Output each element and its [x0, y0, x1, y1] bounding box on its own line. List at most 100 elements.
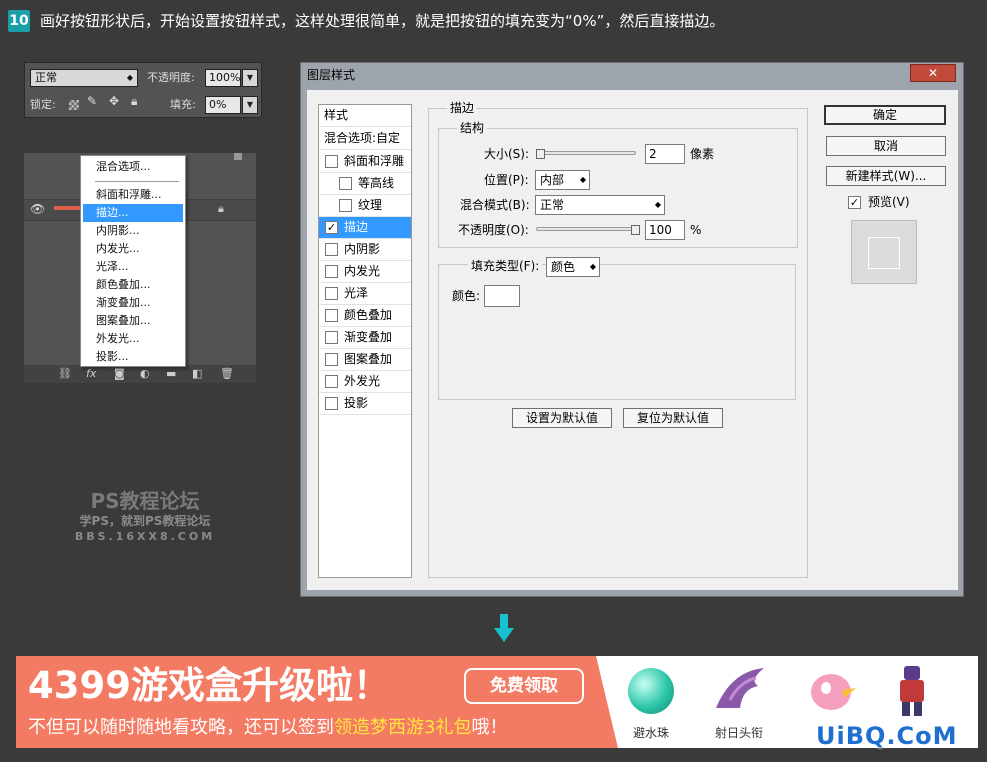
opacity-slider-track[interactable]: [536, 227, 636, 231]
blend-mode-select[interactable]: 正常 ◆: [30, 69, 138, 87]
folder-icon[interactable]: ▬: [166, 365, 176, 383]
style-item-contour[interactable]: 等高线: [319, 173, 411, 195]
water-pearl-icon: [628, 668, 674, 714]
stroke-blend-value: 正常: [540, 198, 565, 212]
step-number-badge: 10: [8, 10, 30, 32]
opacity-slider-thumb[interactable]: [631, 225, 640, 235]
new-style-button[interactable]: 新建样式(W)...: [826, 166, 946, 186]
game-name: 避水珠: [632, 726, 669, 740]
fx-context-menu: 混合选项... 斜面和浮雕... 描边... 内阴影... 内发光... 光泽.…: [80, 155, 186, 367]
opacity-input[interactable]: 100%: [205, 69, 241, 87]
mask-icon[interactable]: ◙: [114, 365, 125, 383]
lock-icon[interactable]: 🔒︎: [131, 94, 137, 109]
style-item-outer-glow[interactable]: 外发光: [319, 371, 411, 393]
style-list: 样式 混合选项:自定 斜面和浮雕 等高线 纹理 ✓ 描边 内阴影 内发光 光泽 颜…: [318, 104, 412, 578]
menu-item-gradient-overlay[interactable]: 渐变叠加...: [83, 294, 183, 312]
site-watermark: UiBQ.CoM: [816, 722, 958, 750]
fill-dropdown-arrow[interactable]: ▼: [242, 96, 258, 114]
style-item-color-overlay[interactable]: 颜色叠加: [319, 305, 411, 327]
style-item-pattern-overlay[interactable]: 图案叠加: [319, 349, 411, 371]
adjustment-icon[interactable]: ◐: [140, 365, 150, 383]
structure-group-title: 结构: [457, 121, 488, 135]
menu-item-pattern-overlay[interactable]: 图案叠加...: [83, 312, 183, 330]
checkbox[interactable]: [325, 243, 338, 256]
size-slider-track[interactable]: [536, 151, 636, 155]
reset-default-button[interactable]: 复位为默认值: [623, 408, 723, 428]
trash-icon[interactable]: 🗑︎: [220, 365, 234, 383]
menu-item-outer-glow[interactable]: 外发光...: [83, 330, 183, 348]
color-swatch[interactable]: [484, 285, 520, 307]
checkbox[interactable]: [339, 177, 352, 190]
stroke-opacity-label: 不透明度(O):: [458, 223, 529, 237]
ad-subtitle-text: 不但可以随时随地看攻略，还可以签到: [28, 717, 334, 738]
style-item-drop-shadow[interactable]: 投影: [319, 393, 411, 415]
style-item-label: 图案叠加: [344, 352, 393, 366]
link-icon[interactable]: ⛓︎: [58, 365, 72, 383]
checkbox[interactable]: [325, 155, 338, 168]
style-item-texture[interactable]: 纹理: [319, 195, 411, 217]
checkbox-checked-icon[interactable]: ✓: [325, 221, 338, 234]
dialog-title: 图层样式: [307, 68, 356, 82]
checkbox[interactable]: [325, 287, 338, 300]
preview-checkbox-checked-icon[interactable]: ✓: [848, 196, 861, 209]
checkbox[interactable]: [325, 397, 338, 410]
new-layer-icon[interactable]: ◧: [192, 365, 202, 383]
style-item-stroke[interactable]: ✓ 描边: [319, 217, 411, 239]
fill-input[interactable]: 0%: [205, 96, 241, 114]
menu-item-stroke[interactable]: 描边...: [83, 204, 183, 222]
checkbox[interactable]: [325, 265, 338, 278]
warrior-icon: [900, 666, 924, 716]
lock-transparent-icon[interactable]: [69, 100, 79, 110]
fill-type-value: 颜色: [551, 260, 576, 274]
opacity-dropdown-arrow[interactable]: ▼: [242, 69, 258, 87]
ad-subtitle-highlight: 领造梦西游3礼包: [334, 717, 472, 738]
style-item-label: 内发光: [344, 264, 381, 278]
style-item-bevel[interactable]: 斜面和浮雕: [319, 151, 411, 173]
eye-icon[interactable]: 👁︎: [30, 202, 45, 216]
style-item-label: 描边: [344, 220, 369, 234]
stroke-opacity-input[interactable]: 100: [645, 220, 685, 240]
menu-item-color-overlay[interactable]: 颜色叠加...: [83, 276, 183, 294]
move-icon[interactable]: ✥: [109, 94, 119, 108]
cancel-button[interactable]: 取消: [826, 136, 946, 156]
style-item-inner-glow[interactable]: 内发光: [319, 261, 411, 283]
style-item-inner-shadow[interactable]: 内阴影: [319, 239, 411, 261]
down-arrow-icon: [494, 614, 514, 642]
checkbox[interactable]: [325, 309, 338, 322]
size-slider-thumb[interactable]: [535, 149, 545, 159]
checkbox[interactable]: [325, 375, 338, 388]
checkbox[interactable]: [325, 331, 338, 344]
fx-icon[interactable]: fx: [86, 365, 96, 383]
checkbox[interactable]: [325, 353, 338, 366]
checkbox[interactable]: [339, 199, 352, 212]
position-select[interactable]: 内部 ◆: [535, 170, 590, 190]
preview-swatch: [868, 237, 900, 269]
instruction-text: 画好按钮形状后，开始设置按钮样式，这样处理很简单，就是把按钮的填充变为“0%”，…: [40, 12, 725, 30]
size-label: 大小(S):: [484, 147, 530, 161]
close-button[interactable]: ✕: [910, 64, 956, 82]
style-item-blend-options[interactable]: 混合选项:自定: [319, 128, 411, 150]
stroke-blend-select[interactable]: 正常 ◆: [535, 195, 665, 215]
pink-bird-icon: [811, 674, 856, 710]
menu-item-satin[interactable]: 光泽...: [83, 258, 183, 276]
free-claim-button[interactable]: 免费领取: [464, 668, 584, 704]
style-list-header: 样式: [319, 105, 411, 127]
menu-item-inner-shadow[interactable]: 内阴影...: [83, 222, 183, 240]
chevron-updown-icon: ◆: [126, 73, 133, 82]
scrollbar-thumb[interactable]: [234, 153, 242, 160]
menu-item-drop-shadow[interactable]: 投影...: [83, 348, 183, 366]
set-default-button[interactable]: 设置为默认值: [512, 408, 612, 428]
menu-item-inner-glow[interactable]: 内发光...: [83, 240, 183, 258]
style-item-label: 渐变叠加: [344, 330, 393, 344]
style-item-gradient-overlay[interactable]: 渐变叠加: [319, 327, 411, 349]
fill-type-select[interactable]: 颜色 ◆: [546, 257, 600, 277]
watermark-url: BBS.16XX8.COM: [74, 530, 216, 543]
lock-label: 锁定:: [30, 98, 56, 111]
size-input[interactable]: 2: [645, 144, 685, 164]
style-item-satin[interactable]: 光泽: [319, 283, 411, 305]
stroke-group-title: 描边: [447, 101, 478, 115]
brush-icon[interactable]: ✎: [87, 94, 97, 108]
ok-button[interactable]: 确定: [824, 105, 946, 125]
menu-item-bevel[interactable]: 斜面和浮雕...: [83, 186, 183, 204]
menu-item-blend-options[interactable]: 混合选项...: [83, 158, 183, 176]
